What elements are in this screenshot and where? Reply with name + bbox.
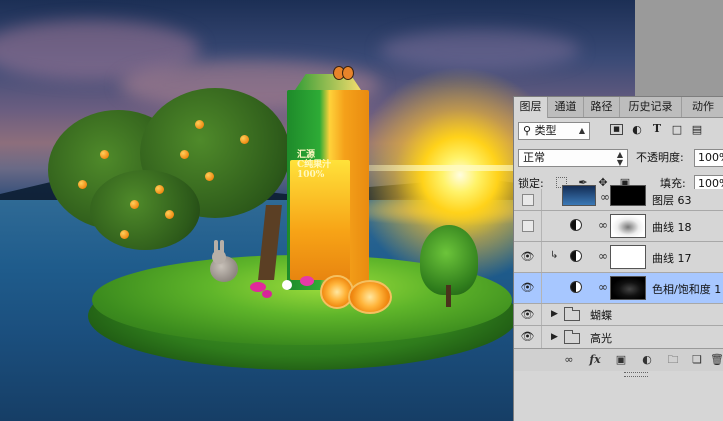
orange-fruit <box>100 150 109 159</box>
small-tree-trunk <box>446 285 451 307</box>
expand-arrow-icon[interactable]: ▶ <box>551 309 558 319</box>
layer-row-hue-saturation-1[interactable]: 👁 ∞ 色相/饱和度 1 <box>514 273 723 304</box>
rabbit <box>208 240 238 284</box>
eye-icon: 👁 <box>520 308 535 321</box>
adjustment-filter-icon[interactable]: ◐ <box>630 123 644 137</box>
visibility-toggle[interactable] <box>514 211 542 241</box>
layers-panel-footer: ∞ fx ▣ ◐ 🗀 ❏ 🗑 <box>514 348 723 371</box>
clipping-arrow-icon: ↳ <box>550 250 559 261</box>
link-icon[interactable]: ∞ <box>560 352 578 368</box>
visibility-toggle[interactable]: 👁 <box>514 326 542 349</box>
layer-name: 曲线 17 <box>652 252 692 265</box>
new-layer-icon[interactable]: ❏ <box>688 352 706 368</box>
butterfly <box>333 66 354 88</box>
search-icon: ⚲ <box>523 124 532 137</box>
chain-link-icon: ∞ <box>598 249 608 263</box>
layers-list: ∞ 图层 63 ∞ 曲线 18 👁 ↳ ∞ 曲线 17 👁 ∞ 色相/饱和度 1… <box>514 185 723 349</box>
chevron-updown-icon: ▲ <box>578 126 585 135</box>
chain-link-icon: ∞ <box>598 218 608 232</box>
pink-flower <box>262 290 272 298</box>
expand-arrow-icon[interactable]: ▶ <box>551 332 558 342</box>
orange-fruit <box>130 200 139 209</box>
tab-channels[interactable]: 通道 <box>548 97 584 117</box>
blend-mode-select[interactable]: 正常 ▲ ▼ <box>518 149 628 167</box>
eye-icon: 👁 <box>520 330 535 343</box>
folder-icon <box>564 307 580 321</box>
pink-flower <box>300 276 314 286</box>
orange-fruit <box>120 230 129 239</box>
group-name: 高光 <box>590 332 612 345</box>
tree-canopy <box>90 170 200 250</box>
visibility-toggle[interactable]: 👁 <box>514 242 542 272</box>
carton-product-text: C纯果汁 <box>297 160 332 170</box>
tab-history[interactable]: 历史记录 <box>620 97 682 117</box>
layer-name: 色相/饱和度 1 <box>652 283 722 296</box>
adjustment-layer-icon <box>570 250 582 262</box>
layer-mask-thumbnail <box>610 276 646 300</box>
opacity-input[interactable]: 100% <box>694 149 723 167</box>
lock-move-icon[interactable]: ✥ <box>596 176 610 190</box>
filter-kind-label: 类型 <box>534 124 557 137</box>
orange-fruit <box>240 135 249 144</box>
layer-thumbnail <box>562 185 596 206</box>
trash-icon[interactable]: 🗑 <box>710 352 723 368</box>
layer-filter-row: ⚲ 类型 ▲ ■ ◐ T □ ▤ <box>518 122 723 146</box>
layer-mask-thumbnail <box>610 214 646 238</box>
fx-icon[interactable]: fx <box>586 352 604 368</box>
blend-mode-value: 正常 <box>523 151 545 164</box>
chevron-updown-icon: ▲ ▼ <box>616 150 623 167</box>
smartobject-filter-icon[interactable]: ▤ <box>690 123 704 137</box>
folder-icon <box>564 330 580 344</box>
layer-row-curves-18[interactable]: ∞ 曲线 18 <box>514 211 723 242</box>
adjustment-layer-icon <box>570 281 582 293</box>
orange-fruit <box>155 185 164 194</box>
mask-icon[interactable]: ▣ <box>612 352 630 368</box>
white-flower <box>282 280 292 290</box>
juice-carton-label: 汇源 C纯果汁 100% <box>297 150 343 180</box>
orange-fruit <box>180 150 189 159</box>
orange-fruit <box>165 210 174 219</box>
visibility-toggle[interactable]: 👁 <box>514 273 542 303</box>
layer-mask-thumbnail <box>610 245 646 269</box>
layer-group-butterfly[interactable]: 👁 ▶ 蝴蝶 <box>514 304 723 326</box>
eye-icon: 👁 <box>520 281 535 294</box>
orange-fruit <box>205 172 214 181</box>
visibility-toggle[interactable]: 👁 <box>514 304 542 325</box>
blend-row: 正常 ▲▼ 不透明度: 100% <box>518 149 723 169</box>
layer-row-63[interactable]: ∞ 图层 63 <box>514 185 723 211</box>
opacity-label: 不透明度: <box>636 151 684 164</box>
eye-icon: 👁 <box>520 250 535 263</box>
chain-link-icon: ∞ <box>600 190 610 204</box>
layer-name: 曲线 18 <box>652 221 692 234</box>
filter-kind-select[interactable]: ⚲ 类型 ▲ <box>518 122 590 140</box>
orange-fruit <box>195 120 204 129</box>
panel-resize-grip[interactable] <box>624 372 648 377</box>
layer-mask-thumbnail <box>610 185 646 206</box>
layers-panel: 图层 通道 路径 历史记录 动作 ⚲ 类型 ▲ ■ ◐ T □ ▤ 正常 ▲ ▼ … <box>513 96 723 421</box>
tab-layers[interactable]: 图层 <box>514 97 548 118</box>
orange-fruit <box>78 180 87 189</box>
image-filter-icon[interactable]: ■ <box>610 124 623 135</box>
layer-group-highlight[interactable]: 👁 ▶ 高光 <box>514 326 723 349</box>
chain-link-icon: ∞ <box>598 280 608 294</box>
carton-percent-text: 100% <box>297 170 325 180</box>
tab-paths[interactable]: 路径 <box>584 97 620 117</box>
orange-half <box>348 280 392 314</box>
adjustment-icon[interactable]: ◐ <box>638 352 656 368</box>
folder-icon[interactable]: 🗀 <box>664 352 682 368</box>
carton-brand-text: 汇源 <box>297 150 316 160</box>
group-name: 蝴蝶 <box>590 309 612 322</box>
type-filter-icon[interactable]: T <box>650 122 664 136</box>
shape-filter-icon[interactable]: □ <box>670 123 684 137</box>
adjustment-layer-icon <box>570 219 582 231</box>
layer-name: 图层 63 <box>652 194 692 207</box>
layer-row-curves-17[interactable]: 👁 ↳ ∞ 曲线 17 <box>514 242 723 273</box>
panel-tabs: 图层 通道 路径 历史记录 动作 <box>514 97 723 118</box>
visibility-toggle[interactable] <box>514 189 542 210</box>
tab-actions[interactable]: 动作 <box>682 97 723 117</box>
